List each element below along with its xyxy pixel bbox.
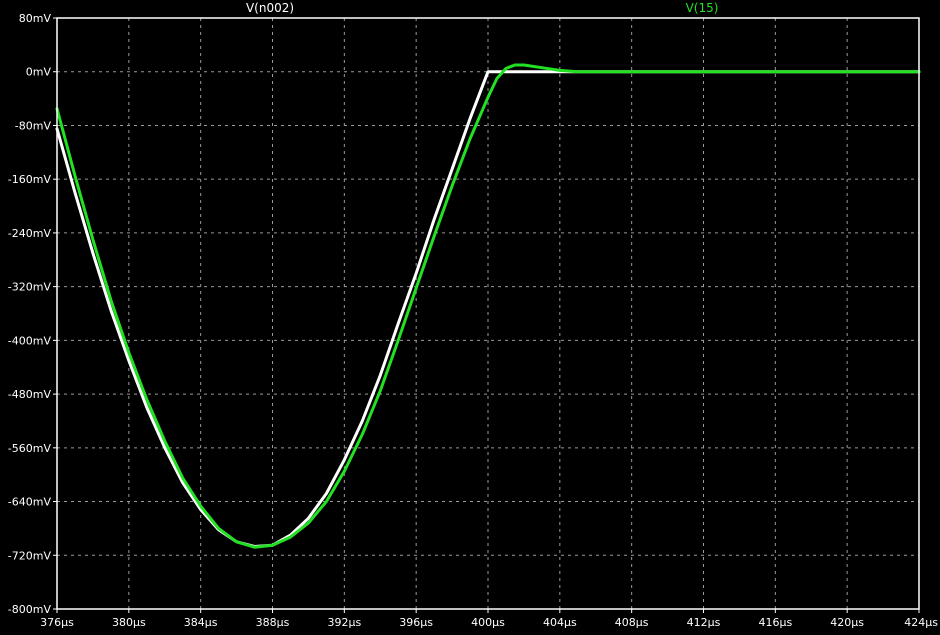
y-tick-label: -400mV (8, 334, 52, 347)
x-tick-label: 412µs (687, 616, 721, 629)
x-tick-label: 416µs (758, 616, 792, 629)
legend-label-0: V(n002) (246, 1, 294, 15)
y-tick-label: 0mV (26, 66, 52, 79)
y-tick-label: -320mV (8, 281, 52, 294)
x-tick-label: 388µs (256, 616, 290, 629)
y-tick-label: -80mV (15, 119, 52, 132)
x-tick-label: 392µs (327, 616, 361, 629)
x-tick-label: 408µs (615, 616, 649, 629)
plot-background (0, 0, 940, 635)
y-tick-label: -160mV (8, 173, 52, 186)
x-tick-label: 376µs (40, 616, 74, 629)
x-tick-label: 404µs (543, 616, 577, 629)
y-tick-label: -240mV (8, 227, 52, 240)
x-tick-label: 424µs (904, 616, 938, 629)
waveform-plot[interactable]: 80mV 0mV -80mV -160mV -240mV -320mV -400mV -480… (0, 0, 940, 635)
y-tick-label: 80mV (19, 12, 52, 25)
x-tick-label: 420µs (830, 616, 864, 629)
y-tick-label: -560mV (8, 442, 52, 455)
x-tick-label: 396µs (399, 616, 433, 629)
legend-label-1: V(15) (686, 1, 719, 15)
y-tick-label: -720mV (8, 549, 52, 562)
x-tick-label: 384µs (184, 616, 218, 629)
y-tick-label: -800mV (8, 603, 52, 616)
y-tick-label: -480mV (8, 388, 52, 401)
x-tick-label: 380µs (112, 616, 146, 629)
y-tick-label: -640mV (8, 496, 52, 509)
x-tick-label: 400µs (471, 616, 505, 629)
